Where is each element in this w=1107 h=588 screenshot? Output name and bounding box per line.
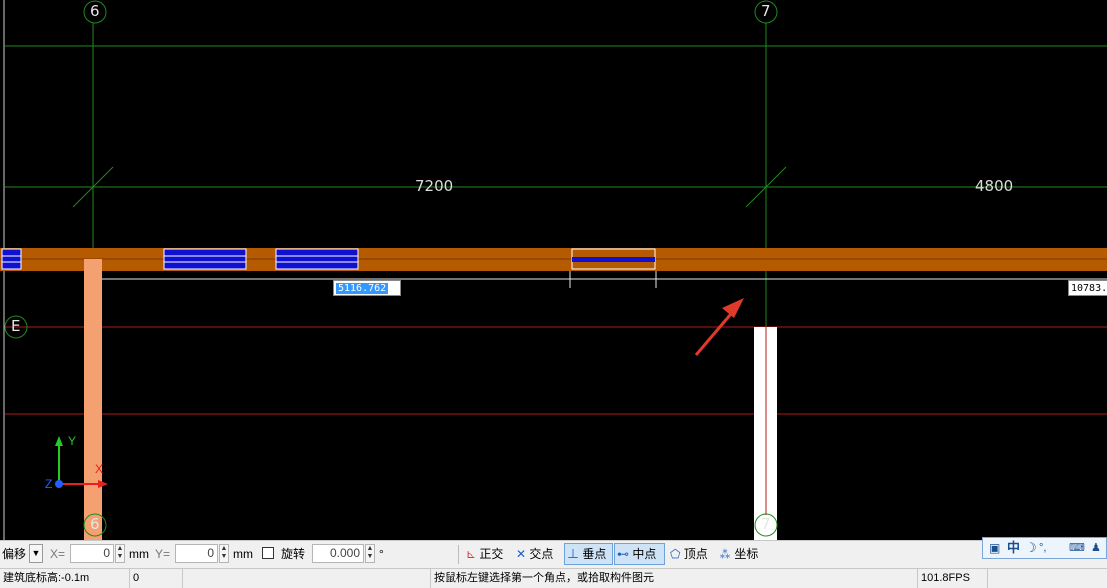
ime-logo-icon: ▣ xyxy=(989,541,1001,555)
keyboard-icon[interactable]: ⌨ xyxy=(1069,539,1085,557)
midpoint-icon: ⊷ xyxy=(617,547,629,561)
status-bar: 建筑底标高:-0.1m 0 按鼠标左键选择第一个角点，或拾取构件图元 101.8… xyxy=(0,568,1107,588)
mode-dropdown-arrow-icon[interactable]: ▼ xyxy=(29,544,43,563)
rotate-unit: ° xyxy=(379,547,384,561)
snap-perpendicular-label: 垂点 xyxy=(582,547,607,561)
vertex-icon: ⬠ xyxy=(670,547,681,561)
ime-punct[interactable]: °, xyxy=(1039,539,1046,557)
ortho-icon: ⊾ xyxy=(466,547,477,561)
y-input[interactable]: 0 xyxy=(175,544,218,563)
x-label: X= xyxy=(50,547,66,561)
status-value: 0 xyxy=(130,569,183,588)
ucs-y-arrow xyxy=(55,436,63,446)
y-spinner[interactable]: ▲ ▼ xyxy=(219,544,229,563)
moon-icon[interactable]: ☽ xyxy=(1025,539,1037,557)
ucs-x-arrow xyxy=(98,480,108,488)
ime-mode[interactable]: 中 xyxy=(1007,539,1020,557)
ucs-x-label: X xyxy=(95,462,104,476)
snap-midpoint-label: 中点 xyxy=(632,547,657,561)
axis-label-7-top: 7 xyxy=(761,2,771,20)
ime-toolbar[interactable]: ▣ 中 ☽ °, ⌨ ♟ xyxy=(982,537,1107,559)
dimension-text-7200: 7200 xyxy=(415,177,454,195)
rotate-checkbox[interactable] xyxy=(262,547,274,559)
snap-intersection-label: 交点 xyxy=(529,547,554,561)
axis-label-6-top: 6 xyxy=(90,2,100,20)
snap-coordinate-label: 坐标 xyxy=(734,547,759,561)
window-selected-fill xyxy=(572,257,655,262)
drawing-canvas[interactable]: 6 7 E 6 7 7200 4800 5116.762 10783.2 Y X… xyxy=(0,0,1107,540)
y-label: Y= xyxy=(155,547,171,561)
snap-vertex-label: 顶点 xyxy=(683,547,708,561)
input-toolbar: 偏移 ▼ X= 0 ▲ ▼ mm Y= 0 ▲ ▼ mm 旋转 0.000 ▲ ▼ °… xyxy=(0,540,1107,568)
toolbar-separator xyxy=(458,545,459,564)
snap-midpoint-button[interactable]: ⊷ 中点 xyxy=(614,543,665,565)
coordinate-input-value: 5116.762 xyxy=(336,283,389,294)
snap-ortho-button[interactable]: ⊾ 正交 xyxy=(464,543,505,565)
rotate-label: 旋转 xyxy=(281,547,306,561)
annotation-arrow-head xyxy=(722,298,744,318)
window xyxy=(163,248,247,270)
snap-perpendicular-button[interactable]: ⊥ 垂点 xyxy=(564,543,613,565)
axis-label-e: E xyxy=(11,317,21,335)
snap-intersection-button[interactable]: ✕ 交点 xyxy=(514,543,555,565)
y-unit: mm xyxy=(233,547,253,561)
column-left xyxy=(84,259,102,540)
perpendicular-icon: ⊥ xyxy=(567,547,580,561)
snap-ortho-label: 正交 xyxy=(479,547,504,561)
mode-select-label: 偏移 xyxy=(2,547,27,561)
annotation-arrow xyxy=(694,307,738,356)
dimension-text-4800: 4800 xyxy=(975,177,1014,195)
coordinate-input[interactable]: 5116.762 xyxy=(333,280,401,296)
axis-label-7-bottom: 7 xyxy=(761,515,771,533)
ucs-z-label: Z xyxy=(45,477,53,491)
user-icon[interactable]: ♟ xyxy=(1091,539,1101,557)
rotate-input[interactable]: 0.000 xyxy=(312,544,364,563)
x-input[interactable]: 0 xyxy=(70,544,114,563)
status-elevation: 建筑底标高:-0.1m xyxy=(0,569,130,588)
rotate-spinner[interactable]: ▲ ▼ xyxy=(365,544,375,563)
intersection-icon: ✕ xyxy=(516,547,527,561)
window xyxy=(275,248,359,270)
axis-label-6-bottom: 6 xyxy=(90,515,100,533)
x-spinner[interactable]: ▲ ▼ xyxy=(115,544,125,563)
coordinate-icon: ⁂ xyxy=(719,547,732,561)
status-prompt: 按鼠标左键选择第一个角点，或拾取构件图元 xyxy=(431,569,918,588)
x-unit: mm xyxy=(129,547,149,561)
status-fps: 101.8FPS xyxy=(918,569,988,588)
ucs-y-label: Y xyxy=(68,434,77,448)
status-empty xyxy=(183,569,431,588)
snap-vertex-button[interactable]: ⬠ 顶点 xyxy=(668,543,710,565)
coordinate-readout: 10783.2 xyxy=(1068,280,1107,296)
status-extra xyxy=(988,569,1107,588)
window xyxy=(1,248,22,270)
canvas-graphics xyxy=(0,0,1107,540)
ucs-origin xyxy=(55,480,63,488)
snap-coordinate-button[interactable]: ⁂ 坐标 xyxy=(717,543,760,565)
